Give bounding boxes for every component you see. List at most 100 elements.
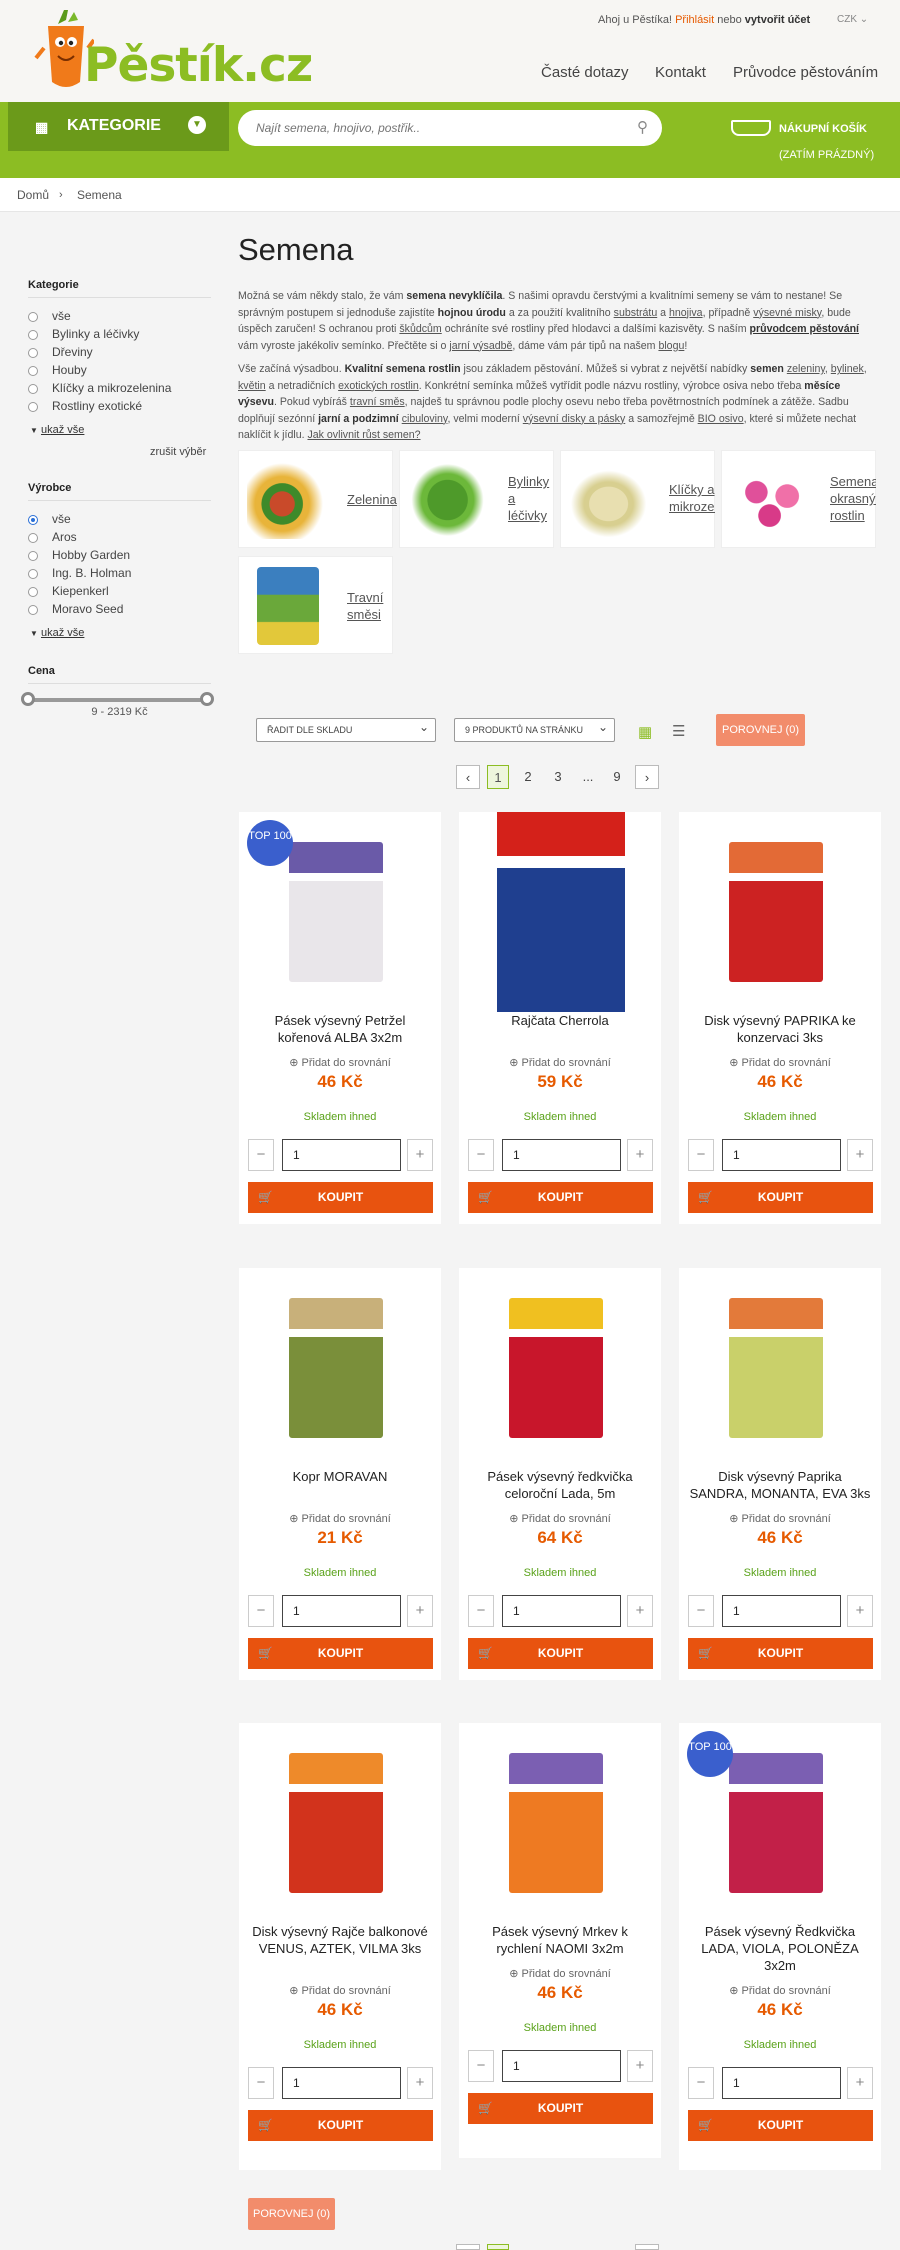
- grid-view-icon[interactable]: ▦: [638, 723, 652, 741]
- quantity-input[interactable]: 1: [722, 1139, 841, 1171]
- sort-select[interactable]: ŘADIT DLE SKLADU: [256, 718, 436, 742]
- quantity-input[interactable]: 1: [502, 2050, 621, 2082]
- radio-button[interactable]: [28, 330, 38, 340]
- quantity-increase-button[interactable]: +: [847, 2067, 873, 2099]
- add-to-compare-link[interactable]: ⊕ Přidat do srovnání: [239, 1056, 441, 1069]
- product-image[interactable]: [239, 1268, 441, 1468]
- radio-button[interactable]: [28, 348, 38, 358]
- product-card[interactable]: TOP 100 Pásek výsevný Ředkvička LADA, VIO…: [679, 1723, 881, 2170]
- intro-link[interactable]: výsevné misky: [753, 307, 821, 319]
- product-name[interactable]: Pásek výsevný Ředkvička LADA, VIOLA, POL…: [689, 1923, 871, 1974]
- intro-link[interactable]: výsevní disky a pásky: [523, 413, 625, 425]
- product-image[interactable]: [679, 1268, 881, 1468]
- prev-page-button[interactable]: ‹: [456, 765, 480, 789]
- product-image[interactable]: [459, 1723, 661, 1923]
- next-page-button[interactable]: ›: [635, 765, 659, 789]
- buy-button[interactable]: 🛒 KOUPIT: [688, 1182, 873, 1213]
- intro-link[interactable]: Jak ovlivnit růst semen?: [307, 429, 420, 441]
- radio-button[interactable]: [28, 551, 38, 561]
- radio-button[interactable]: [28, 366, 38, 376]
- add-to-compare-link[interactable]: ⊕ Přidat do srovnání: [459, 1512, 661, 1525]
- category-tile-vegetables[interactable]: Zelenina: [238, 450, 397, 548]
- add-to-compare-link[interactable]: ⊕ Přidat do srovnání: [239, 1984, 441, 1997]
- show-all-categories-link[interactable]: ▼ ukaž vše: [30, 424, 84, 436]
- intro-link[interactable]: hnojiva: [669, 307, 703, 319]
- quantity-input[interactable]: 1: [722, 2067, 841, 2099]
- quantity-decrease-button[interactable]: −: [248, 2067, 274, 2099]
- nav-contact[interactable]: Kontakt: [655, 64, 706, 81]
- currency-select[interactable]: CZK ⌄: [837, 14, 868, 25]
- product-name[interactable]: Disk výsevný Rajče balkonové VENUS, AZTE…: [249, 1923, 431, 1957]
- product-image[interactable]: [459, 812, 661, 1012]
- intro-link[interactable]: travní směs: [350, 396, 405, 408]
- product-image[interactable]: [459, 1268, 661, 1468]
- price-slider-max-handle[interactable]: [200, 692, 214, 706]
- intro-link[interactable]: blogu: [658, 340, 684, 352]
- search-input[interactable]: [256, 118, 626, 138]
- product-name[interactable]: Pásek výsevný ředkvička celoroční Lada, …: [469, 1468, 651, 1502]
- page-9[interactable]: 9: [607, 765, 627, 789]
- intro-link[interactable]: květin: [238, 380, 266, 392]
- product-card[interactable]: Disk výsevný PAPRIKA ke konzervaci 3ks ⊕ …: [679, 812, 881, 1224]
- intro-link[interactable]: substrátu: [614, 307, 658, 319]
- page-2[interactable]: 2: [518, 765, 538, 789]
- buy-button[interactable]: 🛒 KOUPIT: [468, 1638, 653, 1669]
- radio-button[interactable]: [28, 587, 38, 597]
- quantity-decrease-button[interactable]: −: [688, 1139, 714, 1171]
- product-card[interactable]: Rajčata Cherrola ⊕ Přidat do srovnání 59 K…: [459, 812, 661, 1224]
- product-name[interactable]: Disk výsevný Paprika SANDRA, MONANTA, EV…: [689, 1468, 871, 1502]
- quantity-increase-button[interactable]: +: [407, 1595, 433, 1627]
- radio-button[interactable]: [28, 605, 38, 615]
- intro-link[interactable]: zeleniny: [787, 363, 825, 375]
- compare-button-bottom[interactable]: POROVNEJ (0): [248, 2198, 335, 2230]
- intro-link[interactable]: cibuloviny: [402, 413, 448, 425]
- product-card[interactable]: Disk výsevný Rajče balkonové VENUS, AZTE…: [239, 1723, 441, 2170]
- quantity-input[interactable]: 1: [502, 1139, 621, 1171]
- quantity-decrease-button[interactable]: −: [688, 1595, 714, 1627]
- prev-page-button-bottom[interactable]: [456, 2244, 480, 2250]
- quantity-input[interactable]: 1: [282, 1139, 401, 1171]
- product-name[interactable]: Pásek výsevný Petržel kořenová ALBA 3x2m: [249, 1012, 431, 1046]
- nav-faq[interactable]: Časté dotazy: [541, 64, 629, 81]
- show-all-manufacturers-link[interactable]: ▼ ukaž vše: [30, 627, 84, 639]
- quantity-input[interactable]: 1: [722, 1595, 841, 1627]
- quantity-increase-button[interactable]: +: [407, 1139, 433, 1171]
- radio-button-selected[interactable]: [28, 515, 38, 525]
- add-to-compare-link[interactable]: ⊕ Přidat do srovnání: [679, 1512, 881, 1525]
- buy-button[interactable]: 🛒 KOUPIT: [248, 1182, 433, 1213]
- category-tile-ornamental[interactable]: Semena okrasných rostlin: [721, 450, 876, 548]
- radio-button[interactable]: [28, 569, 38, 579]
- add-to-compare-link[interactable]: ⊕ Přidat do srovnání: [459, 1056, 661, 1069]
- buy-button[interactable]: 🛒 KOUPIT: [468, 2093, 653, 2124]
- category-tile-sprouts[interactable]: Klíčky a mikrozelenina: [560, 450, 715, 548]
- intro-link[interactable]: škůdcům: [399, 323, 441, 335]
- add-to-compare-link[interactable]: ⊕ Přidat do srovnání: [679, 1056, 881, 1069]
- add-to-compare-link[interactable]: ⊕ Přidat do srovnání: [679, 1984, 881, 1997]
- quantity-decrease-button[interactable]: −: [468, 2050, 494, 2082]
- compare-button[interactable]: POROVNEJ (0): [716, 714, 805, 746]
- register-link[interactable]: vytvořit účet: [745, 14, 810, 26]
- quantity-increase-button[interactable]: +: [627, 1139, 653, 1171]
- search-icon[interactable]: ⚲: [637, 118, 648, 136]
- quantity-increase-button[interactable]: +: [627, 1595, 653, 1627]
- intro-link[interactable]: jarní výsadbě: [449, 340, 512, 352]
- quantity-decrease-button[interactable]: −: [688, 2067, 714, 2099]
- quantity-increase-button[interactable]: +: [627, 2050, 653, 2082]
- radio-button[interactable]: [28, 312, 38, 322]
- quantity-increase-button[interactable]: +: [407, 2067, 433, 2099]
- add-to-compare-link[interactable]: ⊕ Přidat do srovnání: [239, 1512, 441, 1525]
- quantity-decrease-button[interactable]: −: [468, 1595, 494, 1627]
- product-name[interactable]: Pásek výsevný Mrkev k rychlení NAOMI 3x2…: [469, 1923, 651, 1957]
- nav-growing-guide[interactable]: Průvodce pěstováním: [733, 64, 878, 81]
- cart-button[interactable]: NÁKUPNÍ KOŠÍK (ZATÍM PRÁZDNÝ): [731, 116, 891, 166]
- price-slider-track[interactable]: [26, 698, 212, 702]
- quantity-input[interactable]: 1: [282, 1595, 401, 1627]
- cancel-selection-link[interactable]: zrušit výběr: [150, 446, 206, 458]
- category-tile-grass[interactable]: Travní směsi: [238, 556, 393, 654]
- login-link[interactable]: Přihlásit: [675, 14, 714, 26]
- product-card[interactable]: Pásek výsevný Mrkev k rychlení NAOMI 3x2…: [459, 1723, 661, 2158]
- per-page-select[interactable]: 9 PRODUKTŮ NA STRÁNKU: [454, 718, 615, 742]
- intro-link[interactable]: exotických rostlin: [338, 380, 419, 392]
- radio-button[interactable]: [28, 533, 38, 543]
- intro-link[interactable]: BIO osivo: [698, 413, 744, 425]
